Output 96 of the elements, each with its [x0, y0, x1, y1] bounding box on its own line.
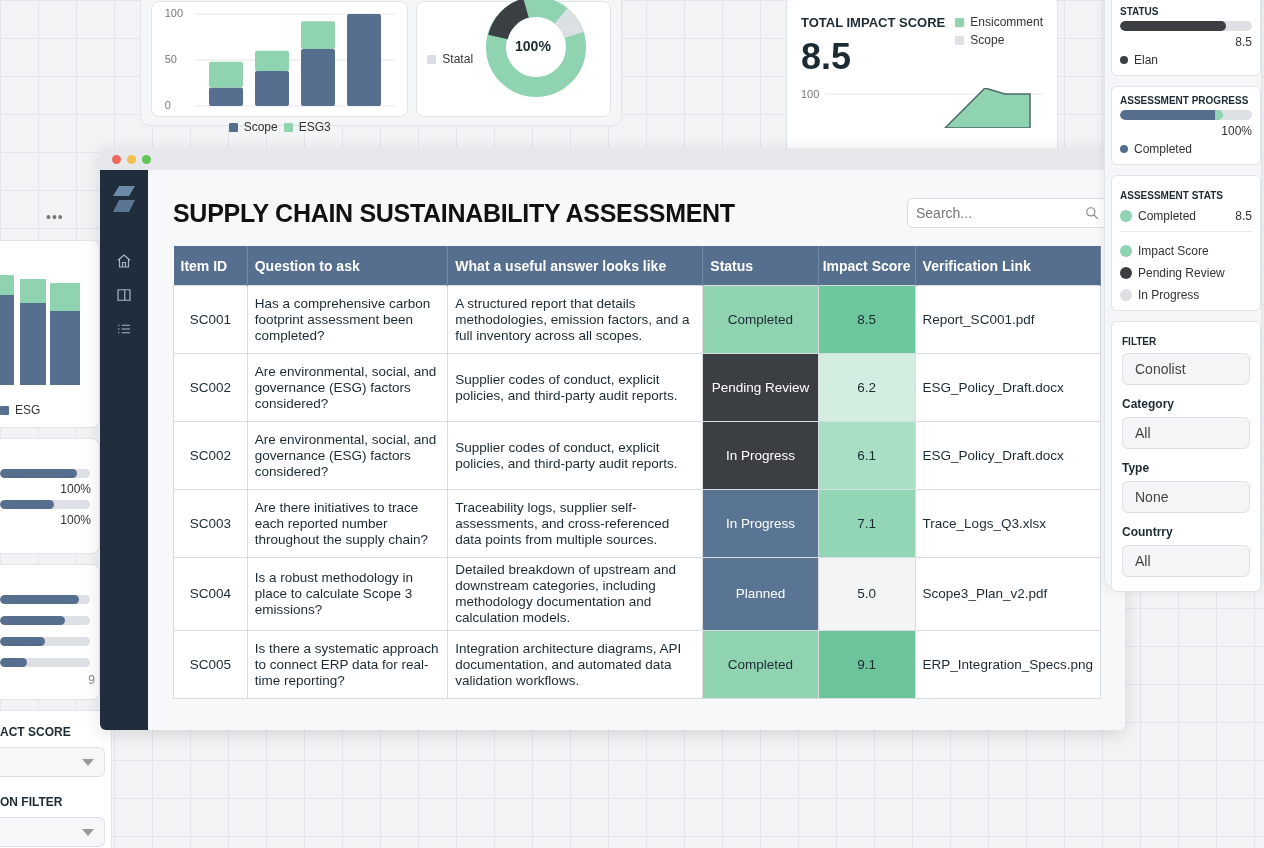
file-link[interactable]: Report_SC001.pdf — [922, 311, 1035, 327]
column-header[interactable]: Item ID — [173, 246, 248, 286]
legend-label: Scope — [243, 120, 278, 134]
maximize-button[interactable] — [142, 154, 151, 164]
axis-label: 100 — [164, 7, 184, 19]
table-cell: Traceability logs, supplier self-assessments, and cross-referenced data points from multiple sources. — [447, 489, 703, 558]
page-title: SUPPLY CHAIN SUSTAINABILITY ASSESSMENT — [173, 198, 735, 228]
file-link[interactable]: ESG_Policy_Draft.docx — [922, 379, 1064, 395]
table-cell: SC002 — [173, 353, 248, 422]
score-cell: 9.1 — [818, 630, 916, 699]
logo-icon — [113, 186, 135, 212]
filter-label: Category — [1122, 397, 1175, 411]
close-button[interactable] — [112, 154, 121, 164]
table-cell: SC001 — [173, 285, 248, 354]
count-label: 9 — [87, 673, 95, 687]
legend-label: Completed — [1138, 209, 1197, 223]
chart-bar — [208, 87, 243, 106]
table-cell: Has a comprehensive carbon footprint assessment been completed? — [247, 285, 448, 354]
percent-label: 100% — [59, 482, 91, 496]
column-header[interactable]: Impact Score — [818, 246, 916, 286]
dropdown-field[interactable]: All — [1122, 545, 1250, 577]
search-icon[interactable] — [1085, 206, 1099, 220]
dropdown-field[interactable] — [0, 747, 105, 777]
table-cell: Are environmental, social, and governance (ESG) factors considered? — [247, 421, 448, 490]
table-cell: SC004 — [173, 557, 248, 631]
axis-label: 100 — [801, 88, 820, 100]
filter-label: ACT SCORE — [0, 725, 72, 739]
minimize-button[interactable] — [127, 154, 136, 164]
table-cell: A structured report that details methodologies, emission factors, and a full inventory across all scopes. — [447, 285, 703, 354]
table-cell: SC002 — [173, 421, 248, 490]
table-cell: Detailed breakdown of upstream and downstream categories, including methodology documentation and calculation models. — [447, 557, 703, 631]
filter-label: ON FILTER — [0, 795, 64, 809]
legend-label: ESG — [15, 403, 41, 417]
card-title: FILTER — [1122, 336, 1158, 347]
status-cell: Pending Review — [702, 353, 819, 422]
dropdown-field[interactable]: All — [1122, 417, 1250, 449]
caret-icon — [82, 829, 94, 836]
legend-label: Completed — [1134, 142, 1193, 156]
axis-label: 50 — [164, 53, 177, 65]
score-value: 8.5 — [1234, 35, 1252, 49]
legend-label: Pending Review — [1138, 266, 1225, 280]
status-cell: In Progress — [702, 421, 819, 490]
table-cell: Supplier codes of conduct, explicit policies, and third-party audit reports. — [447, 353, 703, 422]
legend-label: Impact Score — [1138, 244, 1209, 258]
table-cell: SC005 — [173, 630, 248, 699]
panel-icon[interactable] — [115, 286, 133, 304]
percent-label: 100% — [59, 513, 91, 527]
table-cell: Are there initiatives to trace each reported number throughout the supply chain? — [247, 489, 448, 558]
column-header[interactable]: Status — [702, 246, 819, 286]
search-field[interactable]: Search... — [907, 198, 1107, 228]
table-cell: Integration architecture diagrams, API documentation, and automated data validation workflows. — [447, 630, 703, 699]
chart-bar — [208, 61, 243, 88]
column-header[interactable]: What a useful answer looks like — [447, 246, 703, 286]
legend-swatch — [0, 405, 9, 415]
dropdown-field[interactable]: None — [1122, 481, 1250, 513]
score-value: 8.5 — [1235, 209, 1252, 223]
card-title: ASSESSMENT STATS — [1120, 190, 1224, 201]
more-menu[interactable]: ••• — [46, 209, 64, 225]
score-cell: 6.2 — [818, 353, 916, 422]
axis-label: 0 — [164, 99, 171, 111]
table-cell: Is there a systematic approach to connect ERP data for real-time reporting? — [247, 630, 448, 699]
home-icon[interactable] — [115, 252, 133, 270]
table-cell: SC003 — [173, 489, 248, 558]
legend-label: Ensicomment — [970, 15, 1043, 29]
status-cell: In Progress — [702, 489, 819, 558]
card-title: ASSESSMENT PROGRESS — [1120, 95, 1250, 106]
score-cell: 8.5 — [818, 285, 916, 354]
status-cell: Completed — [702, 285, 819, 354]
score-value: 8.5 — [801, 36, 853, 78]
donut-value: 100% — [515, 38, 551, 54]
dropdown-field[interactable]: Conolist — [1122, 353, 1250, 385]
file-link[interactable]: ESG_Policy_Draft.docx — [922, 447, 1064, 463]
card-title: TOTAL IMPACT SCORE — [801, 15, 946, 30]
legend-label: ESG3 — [298, 120, 331, 134]
score-cell: 7.1 — [818, 489, 916, 558]
dropdown-field[interactable] — [0, 817, 105, 847]
filter-label: Countrry — [1122, 525, 1174, 539]
status-cell: Completed — [702, 630, 819, 699]
score-cell: 5.0 — [818, 557, 916, 631]
file-link[interactable]: Trace_Logs_Q3.xlsx — [922, 515, 1046, 531]
table-cell: Are environmental, social, and governance (ESG) factors considered? — [247, 353, 448, 422]
column-header[interactable]: Verification Link — [915, 246, 1101, 286]
column-header[interactable]: Question to ask — [247, 246, 448, 286]
filter-label: Type — [1122, 461, 1151, 475]
percent-label: 100% — [1220, 124, 1252, 138]
legend-label: Elan — [1134, 53, 1159, 67]
status-cell: Planned — [702, 557, 819, 631]
file-link[interactable]: Scope3_Plan_v2.pdf — [922, 586, 1048, 601]
table-cell: Supplier codes of conduct, explicit policies, and third-party audit reports. — [447, 421, 703, 490]
score-cell: 6.1 — [818, 421, 916, 490]
caret-icon — [82, 759, 94, 766]
legend-label: In Progress — [1138, 288, 1200, 302]
legend-label: Statal — [442, 52, 474, 66]
legend-label: Scope — [970, 33, 1005, 47]
table-cell: Is a robust methodology in place to calculate Scope 3 emissions? — [247, 557, 448, 631]
card-title: STATUS — [1120, 6, 1160, 17]
